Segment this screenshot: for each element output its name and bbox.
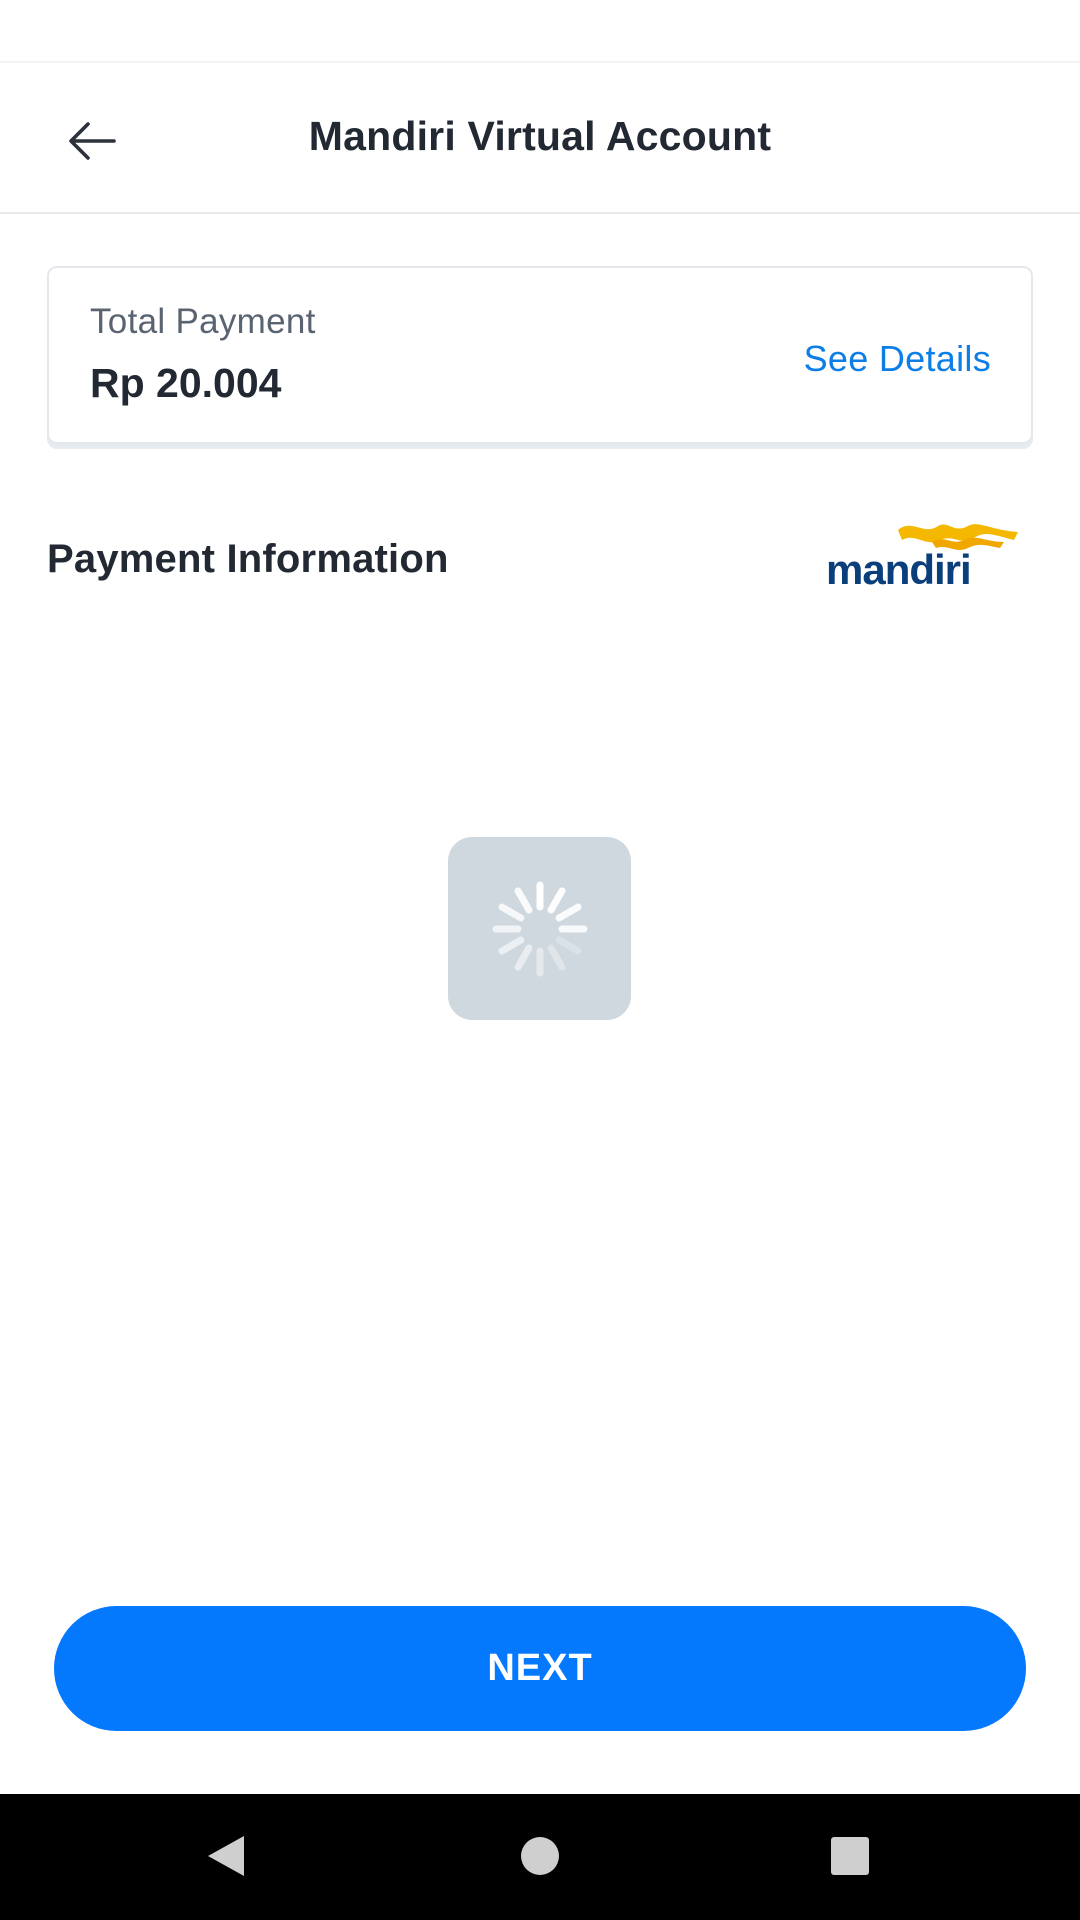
mandiri-logo: mandiri <box>826 524 1018 592</box>
circle-home-icon <box>521 1837 559 1875</box>
svg-text:mandiri: mandiri <box>826 546 971 592</box>
spinner-icon <box>492 881 587 976</box>
next-button[interactable]: NEXT <box>54 1606 1026 1731</box>
total-payment-amount: Rp 20.004 <box>90 360 282 406</box>
app-bar: Mandiri Virtual Account <box>0 63 1080 214</box>
system-recents-button[interactable] <box>818 1824 882 1888</box>
page-title: Mandiri Virtual Account <box>308 113 772 159</box>
see-details-link[interactable]: See Details <box>804 338 991 380</box>
system-back-button[interactable] <box>194 1824 258 1888</box>
status-bar <box>0 0 1080 63</box>
system-home-button[interactable] <box>508 1824 572 1888</box>
total-payment-card: Total Payment Rp 20.004 See Details <box>47 266 1033 444</box>
loading-indicator <box>448 837 631 1020</box>
system-navigation-bar <box>0 1794 1080 1920</box>
total-payment-label: Total Payment <box>90 302 316 341</box>
payment-information-title: Payment Information <box>47 537 449 581</box>
square-recents-icon <box>831 1837 869 1875</box>
triangle-back-icon <box>208 1836 244 1876</box>
